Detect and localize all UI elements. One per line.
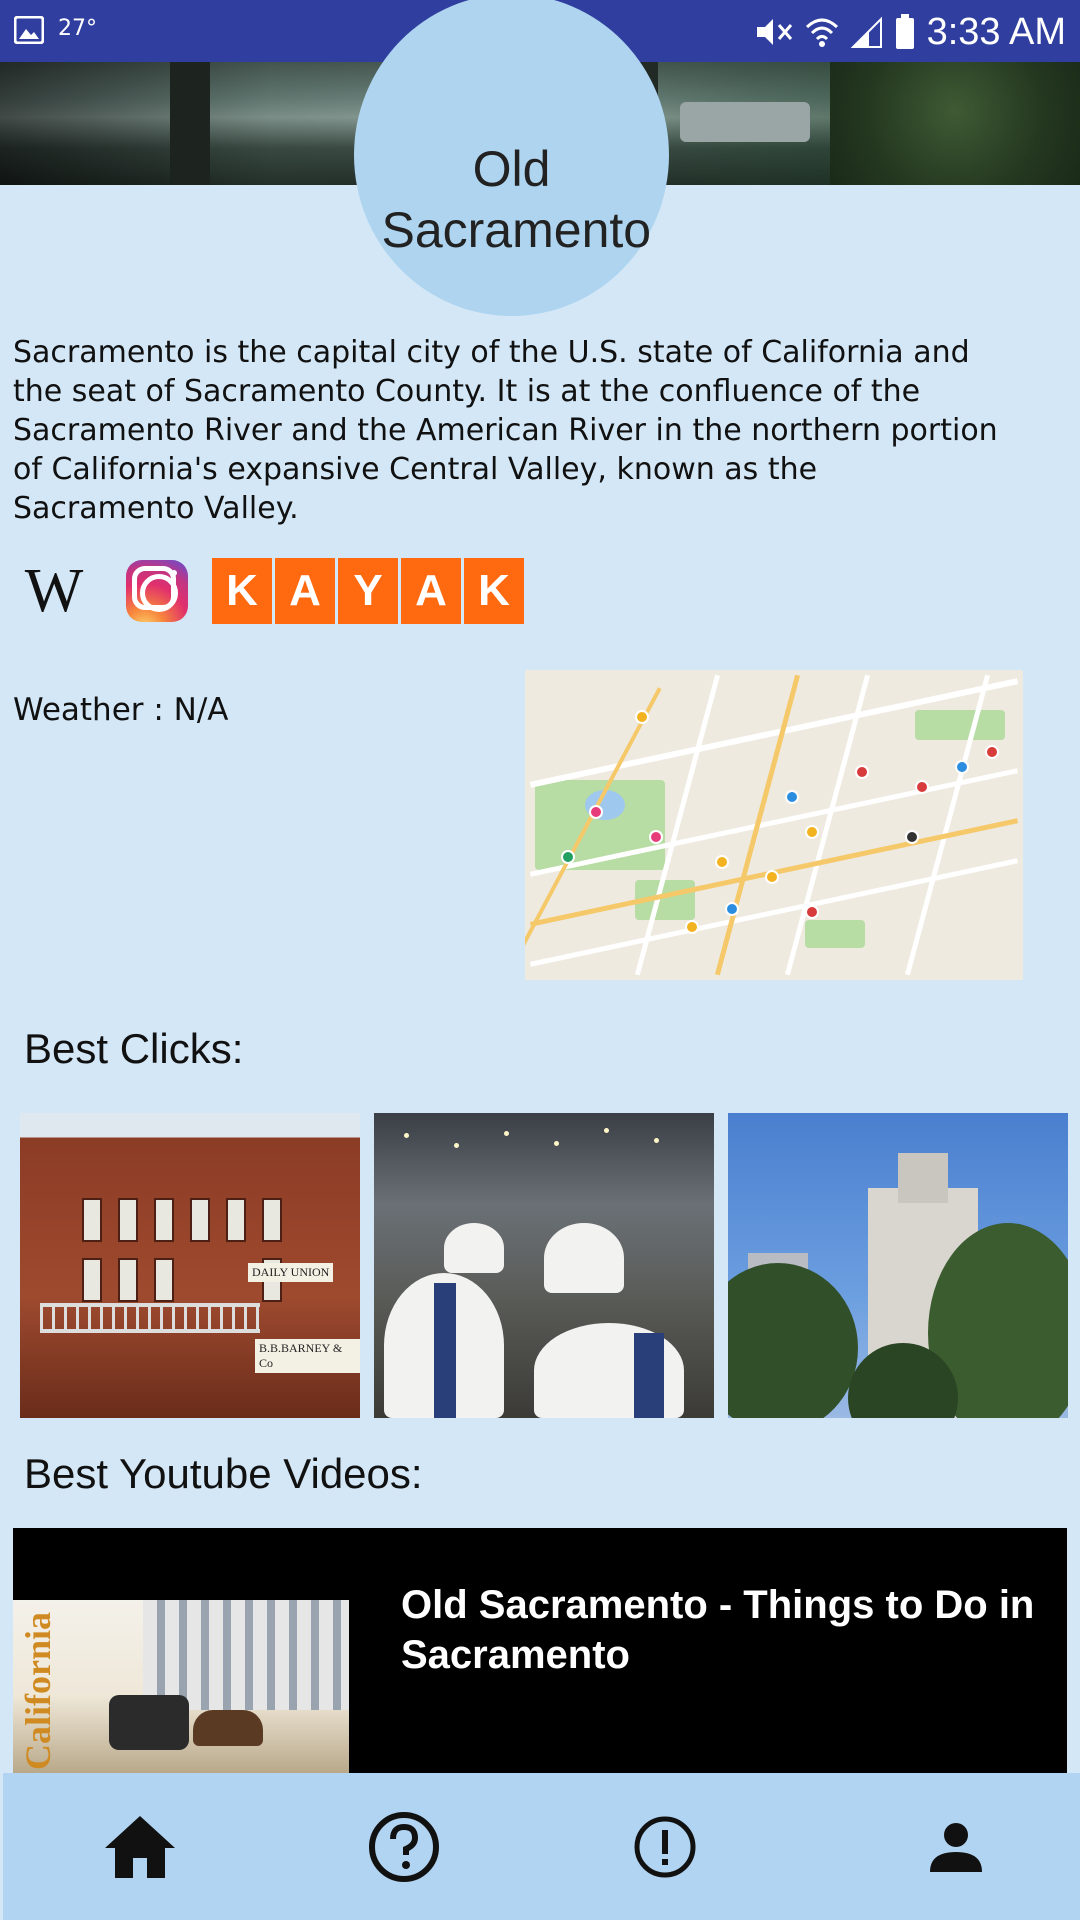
bottom-navigation [3, 1773, 1080, 1920]
photo-event-hall[interactable] [374, 1113, 714, 1418]
nav-home-button[interactable] [60, 1773, 220, 1920]
nav-help-button[interactable] [324, 1773, 484, 1920]
external-links: W K A Y A K [14, 557, 524, 625]
home-icon [105, 1815, 175, 1878]
mute-icon [756, 19, 792, 45]
weather-text: Weather : N/A [13, 692, 229, 728]
best-clicks-heading: Best Clicks: [24, 1025, 244, 1072]
nav-profile-button[interactable] [876, 1773, 1036, 1920]
signal-icon [850, 16, 882, 48]
clock-text: 3:33 AM [926, 10, 1066, 53]
page-title: Old Sacramento [381, 141, 652, 258]
wifi-icon [805, 18, 838, 47]
instagram-icon[interactable] [126, 560, 188, 622]
photo-city-buildings[interactable] [728, 1113, 1068, 1418]
image-icon [14, 16, 44, 44]
photo-daily-union-building[interactable]: DAILY UNION B.B.BARNEY & Co [20, 1113, 360, 1418]
thumbnail-caption: California [18, 1612, 58, 1770]
battery-icon [895, 14, 914, 49]
nav-alert-button[interactable] [585, 1773, 745, 1920]
kayak-letter: A [401, 558, 461, 624]
kayak-letter: Y [338, 558, 398, 624]
wikipedia-icon[interactable]: W [14, 557, 88, 625]
help-icon [369, 1811, 439, 1882]
temperature-text: 27° [58, 16, 97, 41]
video-card[interactable]: California Old Sacramento - Things to Do… [13, 1528, 1067, 1773]
daily-union-sign: DAILY UNION [248, 1263, 334, 1282]
video-thumbnail[interactable]: California [13, 1600, 349, 1773]
kayak-letter: K [464, 558, 524, 624]
title-circle: Old Sacramento [354, 0, 669, 316]
best-videos-heading: Best Youtube Videos: [24, 1450, 423, 1497]
barney-sign: B.B.BARNEY & Co [255, 1339, 360, 1373]
kayak-button[interactable]: K A Y A K [212, 558, 524, 624]
video-title[interactable]: Old Sacramento - Things to Do in Sacrame… [401, 1580, 1051, 1680]
kayak-letter: A [275, 558, 335, 624]
kayak-letter: K [212, 558, 272, 624]
status-icons: 3:33 AM [755, 10, 1066, 54]
map-thumbnail[interactable] [525, 670, 1023, 980]
alert-icon [634, 1816, 696, 1877]
place-description: Sacramento is the capital city of the U.… [13, 335, 998, 526]
profile-icon [930, 1822, 982, 1872]
